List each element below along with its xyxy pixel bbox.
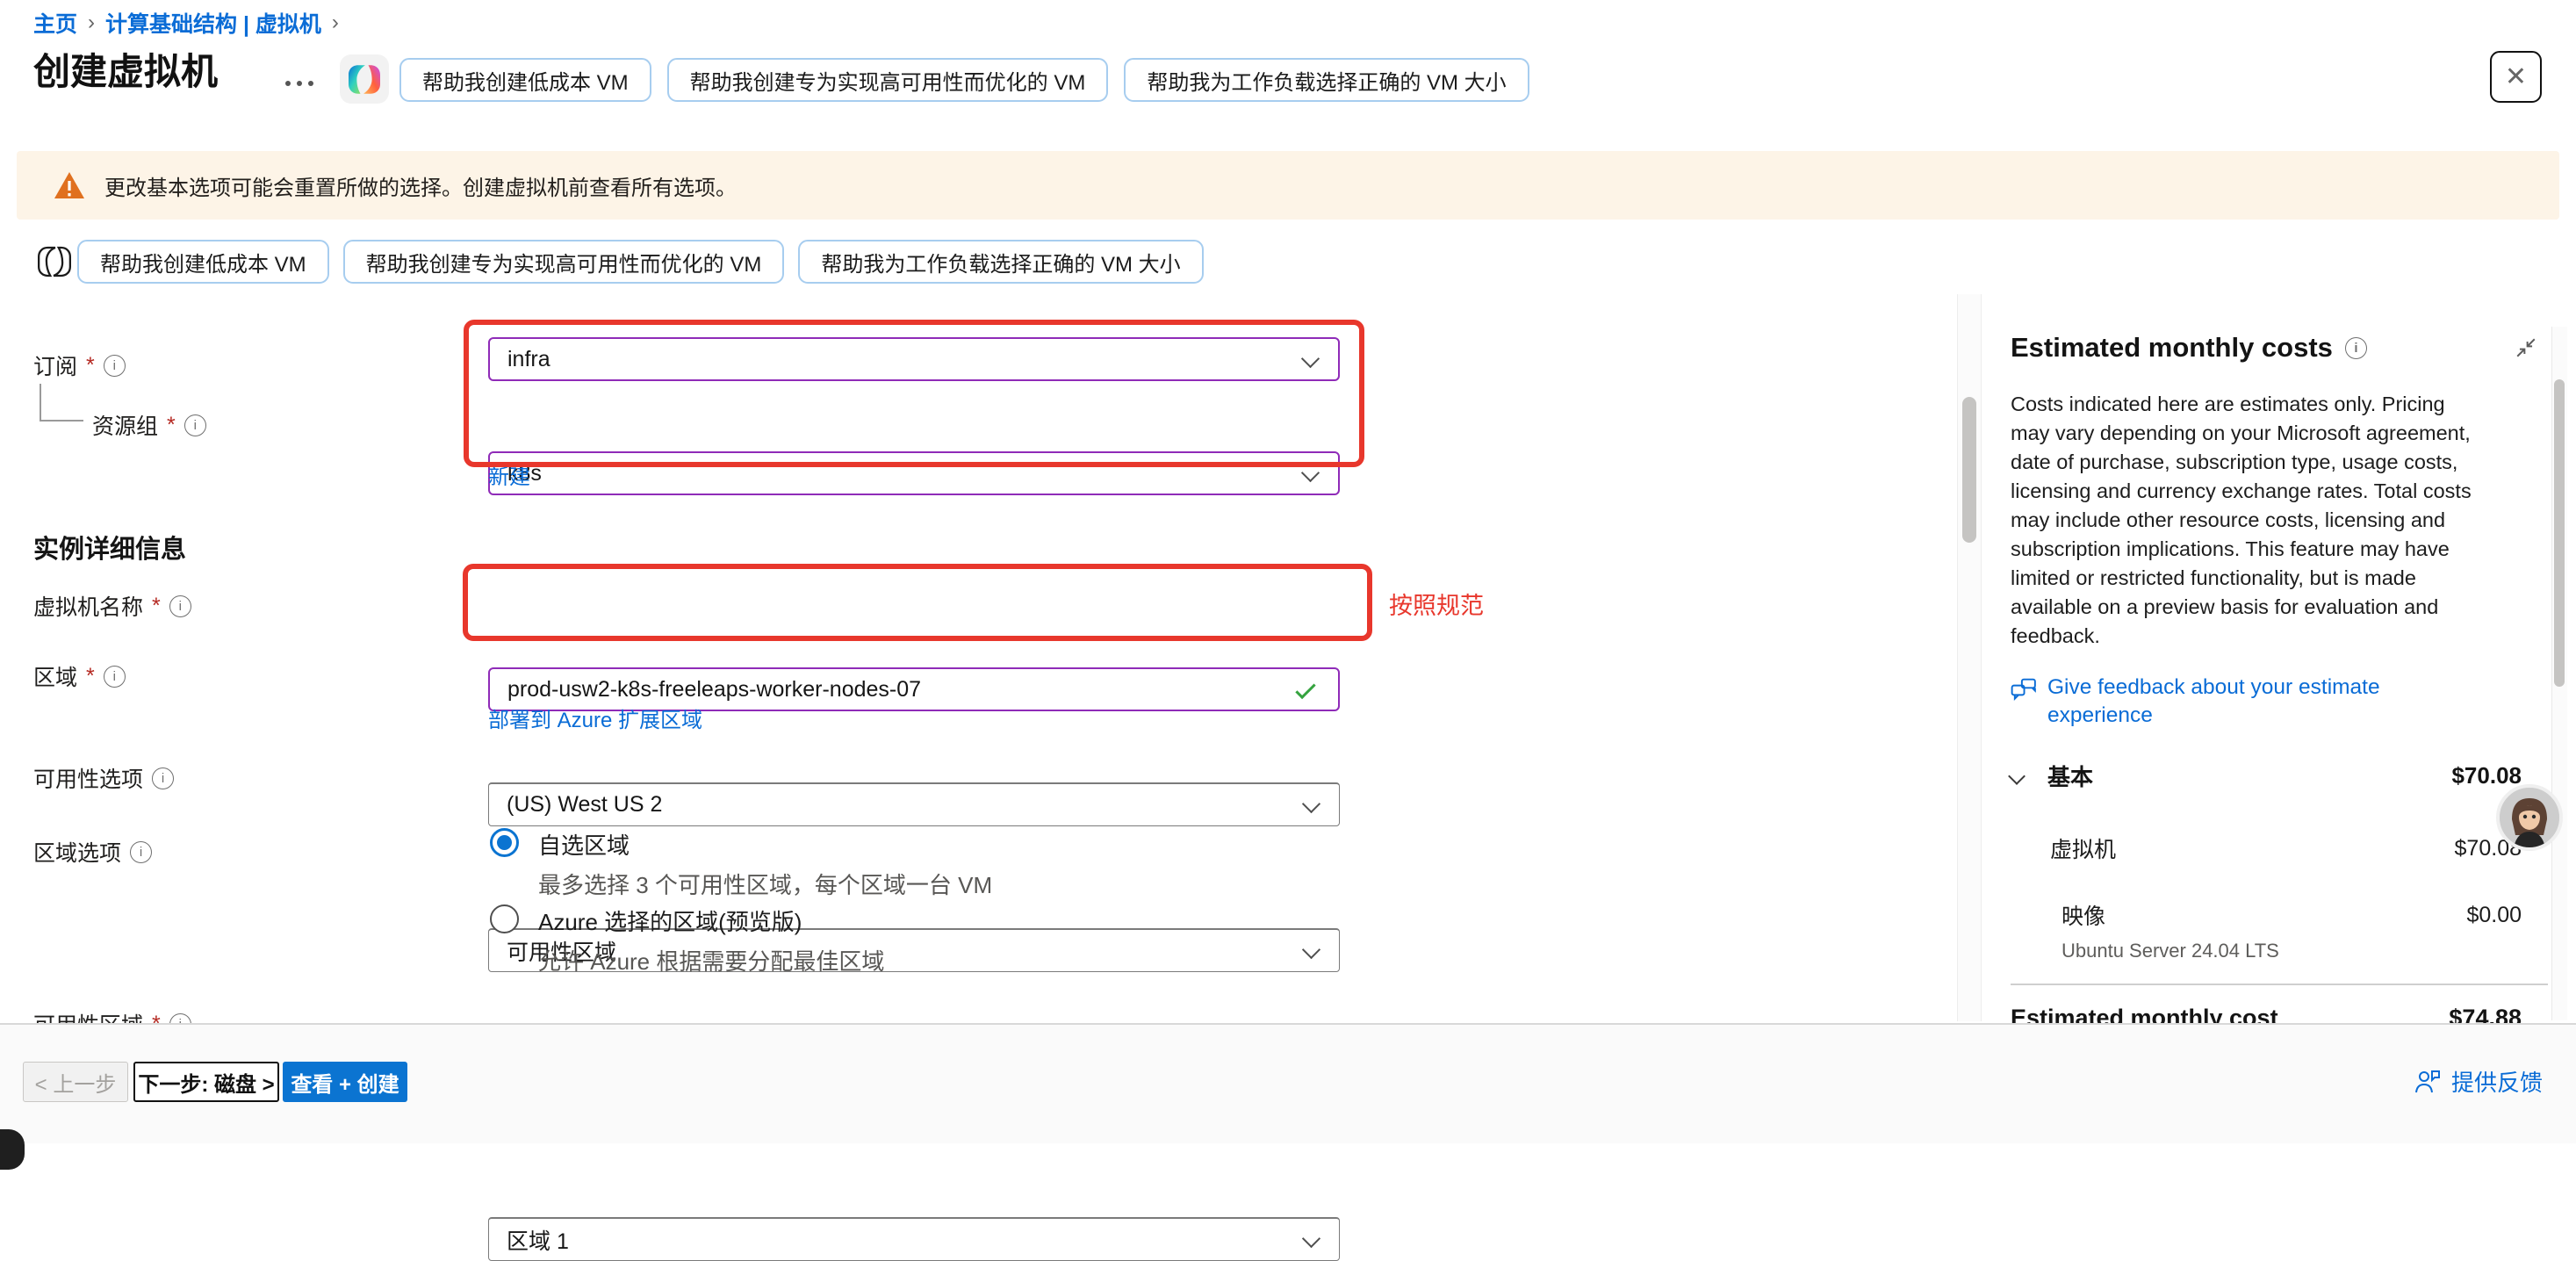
cost-item-vm: 虚拟机 $70.08 (2011, 832, 2522, 864)
suggestion-low-cost-vm-button[interactable]: 帮助我创建低成本 VM (77, 240, 329, 284)
page-title: 创建虚拟机 (33, 42, 218, 96)
panel-divider (2011, 984, 2548, 985)
info-icon[interactable] (104, 666, 126, 688)
breadcrumb-section-link[interactable]: 计算基础结构 | 虚拟机 (105, 7, 321, 39)
chevron-down-icon (1302, 940, 1320, 959)
give-feedback-link[interactable]: 提供反馈 (2414, 1065, 2543, 1098)
radio-description: 允许 Azure 根据需要分配最佳区域 (538, 944, 884, 976)
previous-step-button[interactable]: < 上一步 (23, 1062, 128, 1102)
deploy-extended-zone-link[interactable]: 部署到 Azure 扩展区域 (488, 703, 702, 733)
estimated-costs-panel: Estimated monthly costs Costs indicated … (2011, 332, 2537, 1032)
availability-zone-select[interactable]: 区域 1 (488, 1217, 1340, 1261)
panel-scrollbar-thumb[interactable] (2554, 379, 2565, 687)
radio-label[interactable]: Azure 选择的区域(预览版) (538, 904, 884, 937)
info-icon[interactable] (184, 414, 206, 436)
connector-line (40, 420, 83, 422)
copilot-icon (349, 65, 380, 94)
breadcrumb-home-link[interactable]: 主页 (33, 7, 77, 39)
subscription-label: 订阅 * (33, 349, 126, 381)
costs-panel-title: Estimated monthly costs (2011, 332, 2537, 364)
zone-option-azure-select: Azure 选择的区域(预览版) 允许 Azure 根据需要分配最佳区域 (490, 904, 884, 976)
required-asterisk: * (86, 664, 95, 689)
cost-item-image: 映像 $0.00 (2011, 899, 2522, 931)
breadcrumb-separator: › (88, 11, 95, 35)
cost-group-basic: 基本 $70.08 (2011, 760, 2522, 792)
instance-details-heading: 实例详细信息 (33, 529, 186, 566)
costs-disclaimer-text: Costs indicated here are estimates only.… (2011, 390, 2474, 651)
annotation-text: 按照规范 (1389, 587, 1484, 621)
suggestion-right-vm-size-button[interactable]: 帮助我为工作负载选择正确的 VM 大小 (798, 240, 1203, 284)
radio-selected[interactable] (490, 828, 519, 857)
create-new-resource-group-link[interactable]: 新建 (488, 459, 530, 490)
connector-line (40, 384, 41, 421)
required-asterisk: * (167, 413, 176, 438)
suggestion-low-cost-vm-button[interactable]: 帮助我创建低成本 VM (399, 58, 651, 102)
copilot-outline-icon (32, 239, 77, 285)
resource-group-select[interactable]: k8s (488, 451, 1340, 495)
corner-widget (0, 1129, 25, 1170)
avatar-image (2500, 788, 2559, 847)
info-icon[interactable] (152, 767, 174, 789)
zone-option-self-select: 自选区域 最多选择 3 个可用性区域，每个区域一台 VM (490, 828, 992, 900)
footer-bar: < 上一步 下一步: 磁盘 > 查看 + 创建 提供反馈 (0, 1023, 2576, 1143)
valid-check-icon (1295, 679, 1315, 699)
breadcrumb: 主页 › 计算基础结构 | 虚拟机 › (33, 7, 339, 39)
copilot-suggestions-row: 帮助我创建低成本 VM 帮助我创建专为实现高可用性而优化的 VM 帮助我为工作负… (77, 240, 1204, 284)
suggestion-right-vm-size-button[interactable]: 帮助我为工作负载选择正确的 VM 大小 (1124, 58, 1529, 102)
zone-options-label: 区域选项 (33, 836, 152, 868)
vm-name-label: 虚拟机名称 * (33, 590, 191, 622)
radio-description: 最多选择 3 个可用性区域，每个区域一台 VM (538, 868, 992, 900)
chevron-down-icon (1301, 464, 1320, 482)
required-asterisk: * (152, 594, 161, 619)
chevron-down-icon (1302, 1229, 1320, 1248)
warning-banner: 更改基本选项可能会重置所做的选择。创建虚拟机前查看所有选项。 (17, 151, 2559, 220)
main-scrollbar-thumb[interactable] (1962, 397, 1976, 543)
estimate-feedback-link[interactable]: Give feedback about your estimate experi… (2011, 674, 2432, 730)
resource-group-label: 资源组 * (92, 409, 206, 441)
warning-icon (54, 171, 85, 199)
chevron-down-icon (1302, 795, 1320, 813)
close-icon: ✕ (2505, 64, 2527, 90)
cost-item-image-sub: Ubuntu Server 24.04 LTS (2011, 940, 2537, 962)
info-icon[interactable] (104, 355, 126, 377)
info-icon[interactable] (130, 841, 152, 863)
region-select[interactable]: (US) West US 2 (488, 782, 1340, 826)
radio-label[interactable]: 自选区域 (538, 828, 992, 861)
review-create-button[interactable]: 查看 + 创建 (283, 1062, 407, 1102)
warning-text: 更改基本选项可能会重置所做的选择。创建虚拟机前查看所有选项。 (104, 170, 737, 201)
info-icon[interactable] (2345, 337, 2367, 359)
suggestion-high-availability-vm-button[interactable]: 帮助我创建专为实现高可用性而优化的 VM (343, 240, 785, 284)
next-step-disks-button[interactable]: 下一步: 磁盘 > (133, 1062, 279, 1102)
suggestion-high-availability-vm-button[interactable]: 帮助我创建专为实现高可用性而优化的 VM (667, 58, 1109, 102)
subscription-select[interactable]: infra (488, 337, 1340, 381)
close-button[interactable]: ✕ (2490, 51, 2542, 103)
required-asterisk: * (86, 353, 95, 378)
collapse-panel-icon[interactable] (2515, 336, 2537, 359)
assistant-avatar[interactable] (2496, 784, 2563, 851)
annotation-box-vm-name (463, 564, 1372, 641)
more-options-icon[interactable] (285, 81, 313, 86)
region-label: 区域 * (33, 660, 126, 692)
person-feedback-icon (2414, 1070, 2441, 1094)
chevron-down-icon[interactable] (2008, 767, 2026, 785)
availability-options-label: 可用性选项 (33, 762, 174, 794)
breadcrumb-separator: › (332, 11, 339, 35)
info-icon[interactable] (169, 595, 191, 617)
chevron-down-icon (1301, 349, 1320, 368)
feedback-bubbles-icon (2011, 677, 2037, 703)
copilot-logo-button[interactable] (340, 54, 389, 104)
copilot-suggestions-row-top: 帮助我创建低成本 VM 帮助我创建专为实现高可用性而优化的 VM 帮助我为工作负… (399, 58, 1529, 102)
radio-unselected[interactable] (490, 904, 519, 933)
